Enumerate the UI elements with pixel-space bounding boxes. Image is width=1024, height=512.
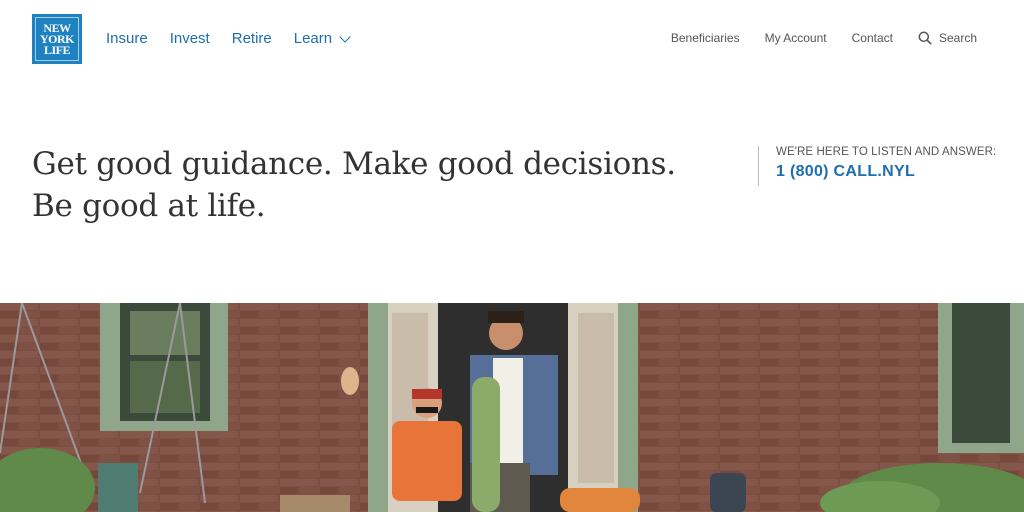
porch-family-photo [0, 303, 1024, 512]
utility-nav: Beneficiaries My Account Contact Search [646, 31, 977, 45]
nav-my-account[interactable]: My Account [765, 31, 827, 45]
phone-link[interactable]: 1 (800) CALL.NYL [776, 163, 996, 181]
tagline-line-1: Get good guidance. Make good decisions. [32, 146, 676, 182]
tagline-line-2: Be good at life. [32, 188, 266, 224]
logo-line-3: LIFE [43, 42, 71, 57]
main-nav: Insure Invest Retire Learn [106, 30, 371, 47]
hero-photo [0, 303, 1024, 512]
nav-learn[interactable]: Learn [293, 30, 351, 47]
contact-callout: WE'RE HERE TO LISTEN AND ANSWER: 1 (800)… [758, 146, 996, 186]
chevron-down-icon [339, 30, 351, 43]
search-button[interactable]: Search [918, 31, 977, 45]
logo-frame: NEW YORK LIFE [35, 17, 79, 61]
nav-learn-label: Learn [293, 30, 333, 47]
search-label: Search [938, 31, 977, 45]
new-york-life-logo[interactable]: NEW YORK LIFE [32, 14, 82, 64]
nav-retire[interactable]: Retire [232, 30, 272, 47]
callout-label: WE'RE HERE TO LISTEN AND ANSWER: [776, 146, 997, 158]
search-icon [918, 31, 932, 45]
nav-invest[interactable]: Invest [170, 30, 210, 47]
site-header: NEW YORK LIFE Insure Invest Retire Learn… [0, 0, 1024, 80]
nav-insure[interactable]: Insure [106, 30, 148, 47]
nav-beneficiaries[interactable]: Beneficiaries [671, 31, 740, 45]
nav-contact[interactable]: Contact [852, 31, 893, 45]
hero-tagline: Get good guidance. Make good decisions. … [32, 143, 712, 227]
